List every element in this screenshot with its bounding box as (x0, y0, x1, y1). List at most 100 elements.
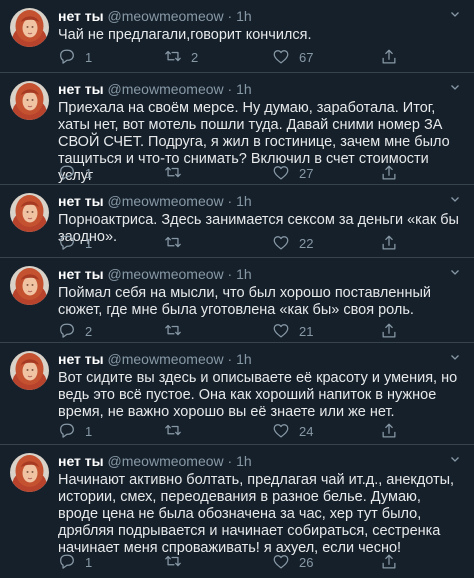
handle[interactable]: @meowmeomeow (108, 351, 224, 367)
avatar[interactable] (10, 453, 49, 492)
handle[interactable]: @meowmeomeow (108, 193, 224, 209)
tweet[interactable]: нет ты @meowmeomeow · 1h Вот сидите вы з… (0, 342, 474, 444)
like-count: 24 (299, 423, 314, 439)
timestamp[interactable]: · 1h (228, 266, 252, 282)
retweet-icon (165, 236, 181, 248)
tweet-text: Чай не предлагали,говорит кончился. (58, 27, 312, 43)
tweet-text: Поймал себя на мысли, что был хорошо пос… (58, 285, 431, 318)
like-button[interactable]: 27 (272, 164, 313, 182)
like-button[interactable]: 21 (272, 322, 313, 340)
like-button[interactable]: 26 (272, 553, 313, 571)
like-count: 26 (299, 554, 314, 570)
like-icon (273, 555, 289, 569)
reply-button[interactable]: 1 (58, 422, 92, 440)
reply-count: 1 (85, 554, 93, 570)
reply-count: 1 (85, 235, 93, 251)
avatar[interactable] (10, 266, 49, 305)
share-button[interactable] (380, 553, 398, 571)
timestamp[interactable]: · 1h (228, 8, 252, 24)
like-button[interactable]: 22 (272, 234, 313, 252)
avatar[interactable] (10, 193, 49, 232)
chevron-down-icon[interactable] (450, 267, 460, 277)
reply-button[interactable]: 1 (58, 164, 92, 182)
display-name[interactable]: нет ты (58, 8, 104, 24)
like-button[interactable]: 24 (272, 422, 313, 440)
reply-button[interactable]: 2 (58, 322, 92, 340)
reply-icon (60, 165, 74, 180)
display-name[interactable]: нет ты (58, 266, 104, 282)
share-icon (382, 49, 396, 64)
reply-icon (60, 235, 74, 250)
reply-icon (60, 323, 74, 338)
chevron-down-icon[interactable] (450, 454, 460, 464)
timestamp[interactable]: · 1h (228, 453, 252, 469)
reply-button[interactable]: 1 (58, 553, 92, 571)
retweet-button[interactable] (164, 553, 191, 571)
handle[interactable]: @meowmeomeow (108, 81, 224, 97)
retweet-count: 2 (191, 49, 199, 65)
chevron-down-icon[interactable] (450, 352, 460, 362)
chevron-down-icon[interactable] (450, 9, 460, 19)
reply-button[interactable]: 1 (58, 234, 92, 252)
like-button[interactable]: 67 (272, 48, 313, 66)
like-icon (273, 50, 289, 64)
retweet-icon (165, 324, 181, 336)
chevron-down-icon[interactable] (450, 194, 460, 204)
chevron-down-icon[interactable] (450, 82, 460, 92)
reply-count: 1 (85, 49, 93, 65)
handle[interactable]: @meowmeomeow (108, 8, 224, 24)
share-button[interactable] (380, 164, 398, 182)
tweet[interactable]: нет ты @meowmeomeow · 1h Начинают активн… (0, 444, 474, 578)
tweet[interactable]: нет ты @meowmeomeow · 1h Чай не предлага… (0, 0, 474, 72)
like-icon (273, 236, 289, 250)
tweet[interactable]: нет ты @meowmeomeow · 1h Поймал себя на … (0, 257, 474, 342)
retweet-button[interactable] (164, 422, 191, 440)
share-button[interactable] (380, 48, 398, 66)
retweet-icon (165, 166, 181, 178)
like-count: 27 (299, 165, 314, 181)
reply-count: 1 (85, 423, 93, 439)
reply-count: 2 (85, 323, 93, 339)
like-icon (273, 166, 289, 180)
like-count: 22 (299, 235, 314, 251)
display-name[interactable]: нет ты (58, 81, 104, 97)
tweet-text: Вот сидите вы здесь и описываете её крас… (58, 370, 458, 420)
avatar[interactable] (10, 81, 49, 120)
avatar[interactable] (10, 8, 49, 47)
tweet[interactable]: нет ты @meowmeomeow · 1h Порноактриса. З… (0, 184, 474, 257)
share-button[interactable] (380, 234, 398, 252)
like-count: 67 (299, 49, 314, 65)
share-button[interactable] (380, 322, 398, 340)
tweet-text: Начинают активно болтать, предлагая чай … (58, 472, 455, 556)
retweet-icon (165, 555, 181, 567)
retweet-icon (165, 50, 181, 62)
reply-icon (60, 423, 74, 438)
like-count: 21 (299, 323, 314, 339)
timestamp[interactable]: · 1h (228, 81, 252, 97)
handle[interactable]: @meowmeomeow (108, 453, 224, 469)
avatar[interactable] (10, 351, 49, 390)
retweet-icon (165, 424, 181, 436)
retweet-button[interactable] (164, 164, 191, 182)
display-name[interactable]: нет ты (58, 351, 104, 367)
share-icon (382, 554, 396, 569)
retweet-button[interactable]: 2 (164, 48, 198, 66)
like-icon (273, 324, 289, 338)
timestamp[interactable]: · 1h (228, 351, 252, 367)
share-icon (382, 235, 396, 250)
handle[interactable]: @meowmeomeow (108, 266, 224, 282)
retweet-button[interactable] (164, 322, 191, 340)
share-icon (382, 323, 396, 338)
display-name[interactable]: нет ты (58, 453, 104, 469)
share-button[interactable] (380, 422, 398, 440)
tweet[interactable]: нет ты @meowmeomeow · 1h Приехала на сво… (0, 72, 474, 184)
reply-count: 1 (85, 165, 93, 181)
share-icon (382, 165, 396, 180)
reply-button[interactable]: 1 (58, 48, 92, 66)
reply-icon (60, 49, 74, 64)
like-icon (273, 424, 289, 438)
display-name[interactable]: нет ты (58, 193, 104, 209)
share-icon (382, 423, 396, 438)
timestamp[interactable]: · 1h (228, 193, 252, 209)
retweet-button[interactable] (164, 234, 191, 252)
